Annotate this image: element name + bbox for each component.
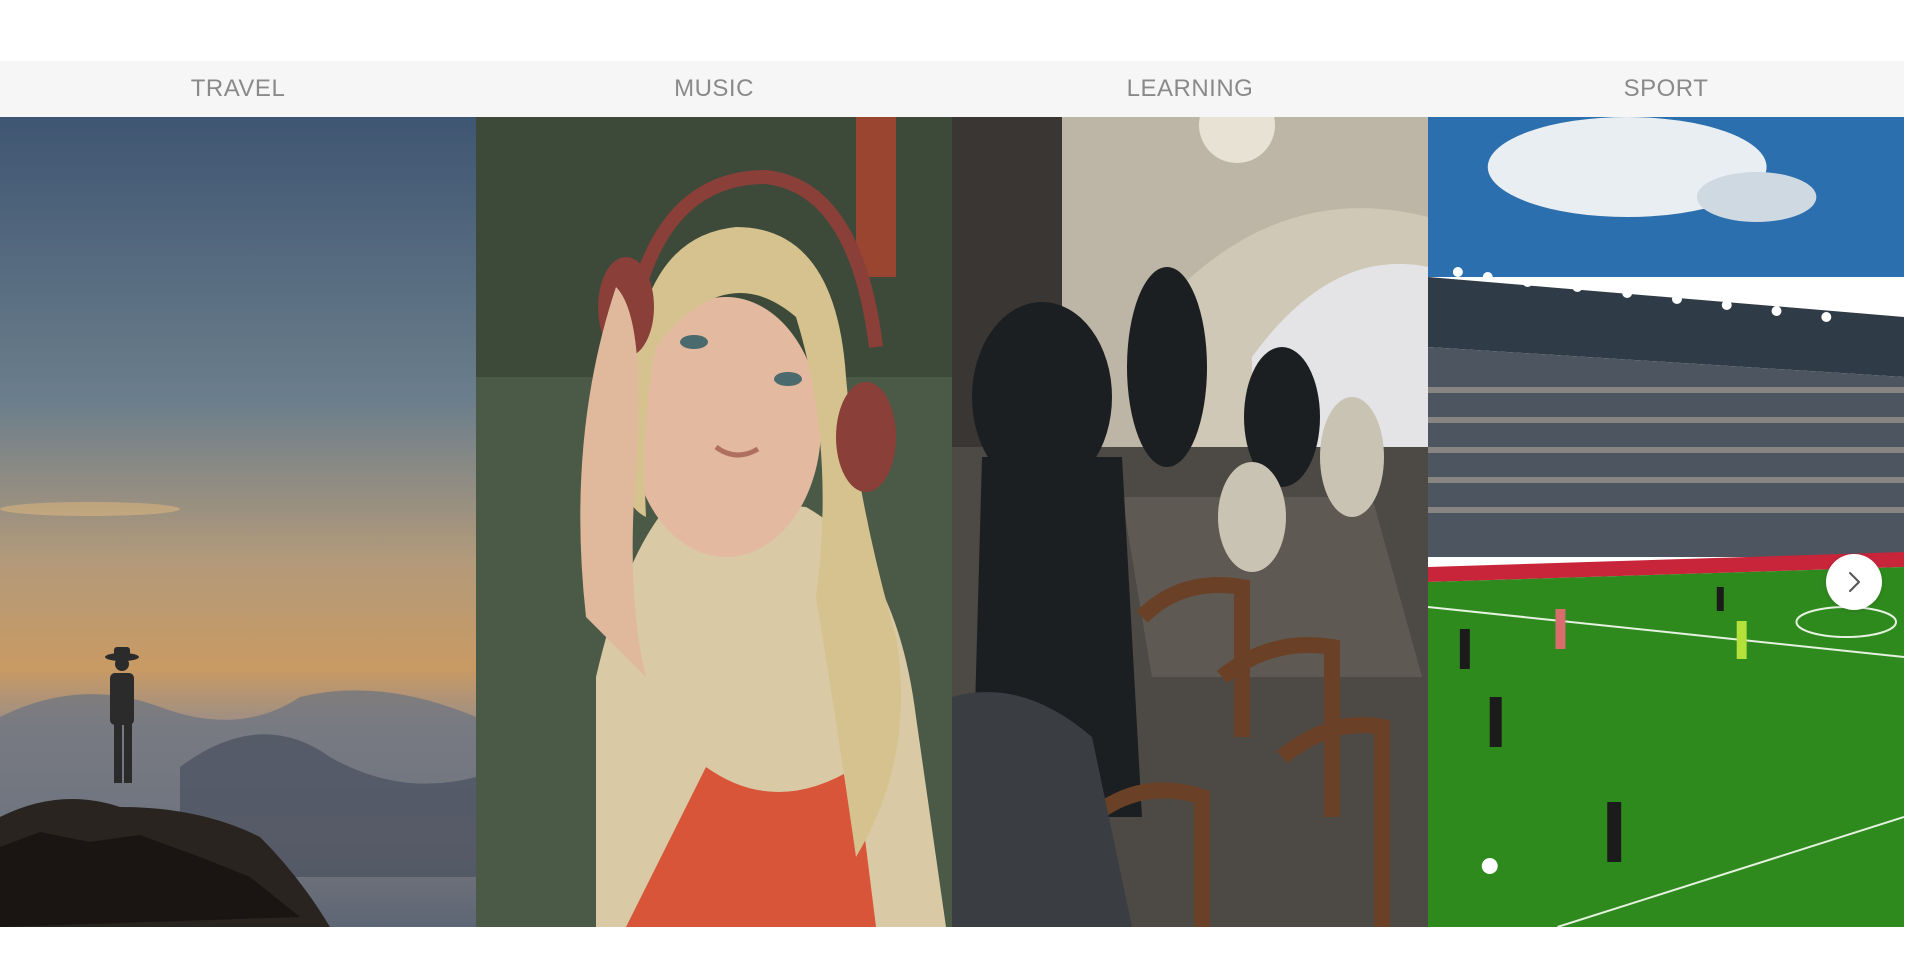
category-label: MUSIC [476, 61, 952, 117]
chevron-right-icon [1849, 572, 1860, 592]
category-carousel: TRAVEL MUSIC LEARNING SPORT [0, 61, 1906, 927]
next-slide-button[interactable] [1826, 554, 1882, 610]
category-label: TRAVEL [0, 61, 476, 117]
travel-image [0, 117, 476, 927]
category-sport[interactable]: SPORT [1428, 61, 1904, 927]
category-music[interactable]: MUSIC [476, 61, 952, 927]
learning-image [952, 117, 1428, 927]
category-label: SPORT [1428, 61, 1904, 117]
category-label: LEARNING [952, 61, 1428, 117]
music-image [476, 117, 952, 927]
sport-image [1428, 117, 1904, 927]
category-travel[interactable]: TRAVEL [0, 61, 476, 927]
category-learning[interactable]: LEARNING [952, 61, 1428, 927]
